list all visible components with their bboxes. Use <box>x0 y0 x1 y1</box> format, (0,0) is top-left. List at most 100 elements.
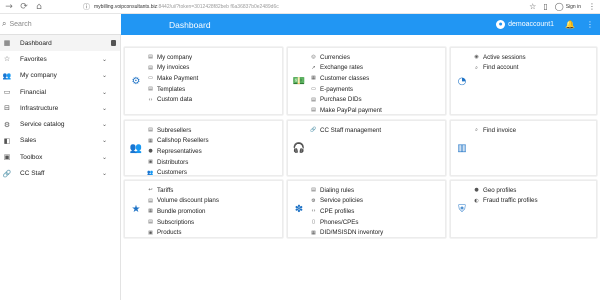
network-icon: ✽ <box>294 203 304 215</box>
link-icon: ▤ <box>148 197 153 204</box>
user-name[interactable]: demoaccount1 <box>508 21 554 28</box>
more-vert-icon[interactable]: ⋮ <box>586 20 594 29</box>
dashboard-card: ★ ↩ Tariffs ▤ Volume discount plans ▦ Bundle p… <box>124 180 283 238</box>
link-icon: ▯ <box>312 219 315 226</box>
sign-in-button[interactable]: Sign in <box>566 4 581 10</box>
chevron-down-icon[interactable]: ⌄ <box>102 137 107 144</box>
dashboard-card: 👥 ▤ Subresellers ▦ Callshop Resellers ● Repres… <box>124 120 283 176</box>
card-link-list: ▤ My company ▤ My invoices ▭ Make Payment ▤ Tem… <box>147 52 198 105</box>
sidebar-item-label: Sales <box>20 137 37 145</box>
sidebar-item-infrastructure[interactable]: ⊟ Infrastructure ⌄ <box>0 100 120 116</box>
card-link-templates[interactable]: ▤ Templates <box>147 84 198 95</box>
card-link-cc-staff-management[interactable]: 🔗 CC Staff management <box>310 125 381 136</box>
link-label: Products <box>157 229 182 237</box>
card-link-dialing-rules[interactable]: ▤ Dialing rules <box>310 185 383 196</box>
card-link-my-company[interactable]: ▤ My company <box>147 52 198 63</box>
reload-icon[interactable]: ⟳ <box>18 1 30 13</box>
link-icon: ▤ <box>148 86 153 93</box>
shield-icon: ⛨ <box>458 203 466 215</box>
link-icon: ↩ <box>148 187 153 194</box>
link-label: Find invoice <box>483 126 517 134</box>
chevron-down-icon[interactable]: ⌄ <box>102 72 107 79</box>
card-link-bundle-promotion[interactable]: ▦ Bundle promotion <box>147 206 219 217</box>
sidebar-item-dashboard[interactable]: ▦ Dashboard <box>0 35 120 52</box>
sidebar-item-my-company[interactable]: 👥 My company ⌄ <box>0 68 120 84</box>
account-icon[interactable]: ● <box>496 20 506 29</box>
card-link-purchase-dids[interactable]: ▤ Purchase DIDs <box>310 94 382 105</box>
card-link-geo-profiles[interactable]: ● Geo profiles <box>473 185 538 196</box>
reader-icon[interactable]: ▯ <box>543 2 547 11</box>
card-link-volume-discount-plans[interactable]: ▤ Volume discount plans <box>147 196 219 207</box>
card-link-cpe-profiles[interactable]: ‹› CPE profiles <box>310 206 383 217</box>
chevron-down-icon[interactable]: ⌄ <box>102 170 107 177</box>
card-link-products[interactable]: ▣ Products <box>147 227 219 238</box>
card-link-active-sessions[interactable]: ◉ Active sessions <box>473 52 525 63</box>
link-label: Callshop Resellers <box>157 137 209 145</box>
sidebar-item-label: Dashboard <box>20 39 52 47</box>
search-icon: ⌕ <box>2 19 7 28</box>
card-link-custom-data[interactable]: ‹› Custom data <box>147 94 198 105</box>
dashboard-card: ⚙ ▤ My company ▤ My invoices ▭ Make Payment ▤ Te… <box>124 47 283 115</box>
sidebar-item-service-catalog[interactable]: ⚙ Service catalog ⌄ <box>0 116 120 132</box>
card-link-service-policies[interactable]: ⚙ Service policies <box>310 196 383 207</box>
keyboard-shortcut-badge <box>111 40 116 47</box>
bell-icon[interactable]: 🔔 <box>565 20 575 29</box>
people-icon: 👥 <box>2 71 12 80</box>
card-link-phones-cpes[interactable]: ▯ Phones/CPEs <box>310 217 383 228</box>
card-link-representatives[interactable]: ● Representatives <box>147 146 209 157</box>
card-link-find-invoice[interactable]: ⌕ Find invoice <box>473 125 516 136</box>
card-link-customers[interactable]: 👥 Customers <box>147 167 209 178</box>
chevron-down-icon[interactable]: ⌄ <box>102 154 107 161</box>
card-link-distributors[interactable]: ▣ Distributors <box>147 157 209 168</box>
bookmark-star-icon[interactable]: ☆ <box>529 2 536 11</box>
card-link-make-payment[interactable]: ▭ Make Payment <box>147 73 198 84</box>
sidebar-item-sales[interactable]: ◧ Sales ⌄ <box>0 133 120 149</box>
sidebar-item-label: Financial <box>20 88 47 96</box>
url-text[interactable]: mybilling.voipconsultants.biz:8442/ui/?t… <box>94 4 279 10</box>
address-bar[interactable]: ⓘ mybilling.voipconsultants.biz:8442/ui/… <box>83 1 522 13</box>
chevron-down-icon[interactable]: ⌄ <box>102 105 107 112</box>
card-link-customer-classes[interactable]: ▦ Customer classes <box>310 73 382 84</box>
card-link-my-invoices[interactable]: ▤ My invoices <box>147 63 198 74</box>
link-icon: ‹› <box>311 208 316 215</box>
url-path: :8442/ui/?token=3012428f82beb f6a36837b0… <box>157 3 279 10</box>
link-label: Templates <box>157 85 186 93</box>
card-link-subscriptions[interactable]: ▤ Subscriptions <box>147 217 219 228</box>
sidebar-item-favorites[interactable]: ☆ Favorites ⌄ <box>0 51 120 67</box>
browser-toolbar: → ⟳ ⌂ ⓘ mybilling.voipconsultants.biz:84… <box>0 0 600 14</box>
chevron-down-icon[interactable]: ⌄ <box>102 89 107 96</box>
sidebar-item-toolbox[interactable]: ▣ Toolbox ⌄ <box>0 149 120 165</box>
card-link-subresellers[interactable]: ▤ Subresellers <box>147 125 209 136</box>
card-link-make-paypal-payment[interactable]: ▤ Make PayPal payment <box>310 105 382 116</box>
card-link-tariffs[interactable]: ↩ Tariffs <box>147 185 219 196</box>
card-link-exchange-rates[interactable]: ↗ Exchange rates <box>310 63 382 74</box>
card-link-fraud-traffic-profiles[interactable]: ◐ Fraud traffic profiles <box>473 196 537 207</box>
invoice-icon: ▥ <box>457 142 467 154</box>
link-icon: ▦ <box>148 137 153 144</box>
card-link-callshop-resellers[interactable]: ▦ Callshop Resellers <box>147 136 209 147</box>
search-input[interactable] <box>9 20 110 28</box>
sidebar-item-financial[interactable]: ▭ Financial ⌄ <box>0 84 120 100</box>
chevron-down-icon[interactable]: ⌄ <box>102 121 107 128</box>
card-link-e-payments[interactable]: ▭ E-payments <box>310 84 382 95</box>
card-link-currencies[interactable]: ◎ Currencies <box>310 52 382 63</box>
sidebar-item-cc-staff[interactable]: 🔗 CC Staff ⌄ <box>0 165 120 181</box>
card-link-list: ◎ Currencies ↗ Exchange rates ▦ Customer clas… <box>310 52 382 116</box>
forward-icon[interactable]: → <box>3 1 15 13</box>
link-label: Make Payment <box>157 74 199 82</box>
link-label: E-payments <box>320 85 354 93</box>
link-icon: ◉ <box>474 54 479 61</box>
link-icon: ● <box>148 148 153 155</box>
link-label: My company <box>157 53 193 61</box>
card-link-did-msisdn-inventory[interactable]: ▦ DID/MSISDN inventory <box>310 227 383 238</box>
home-icon[interactable]: ⌂ <box>33 1 45 13</box>
gear-icon: ⚙ <box>131 75 141 87</box>
profile-icon[interactable]: ◯ <box>555 2 564 11</box>
menu-dots-icon[interactable]: ⋮ <box>588 2 596 11</box>
sidebar-item-label: Service catalog <box>20 121 65 129</box>
sidebar: ▦ Dashboard ☆ Favorites ⌄ 👥 My company ⌄ ▭ Finan… <box>0 35 121 300</box>
lock-icon[interactable]: ⓘ <box>83 2 90 12</box>
card-link-find-account[interactable]: ⌕ Find account <box>473 63 526 74</box>
chevron-down-icon[interactable]: ⌄ <box>102 56 107 63</box>
dashboard-card: ⛨ ● Geo profiles ◐ Fraud traffic profiles <box>450 180 597 238</box>
